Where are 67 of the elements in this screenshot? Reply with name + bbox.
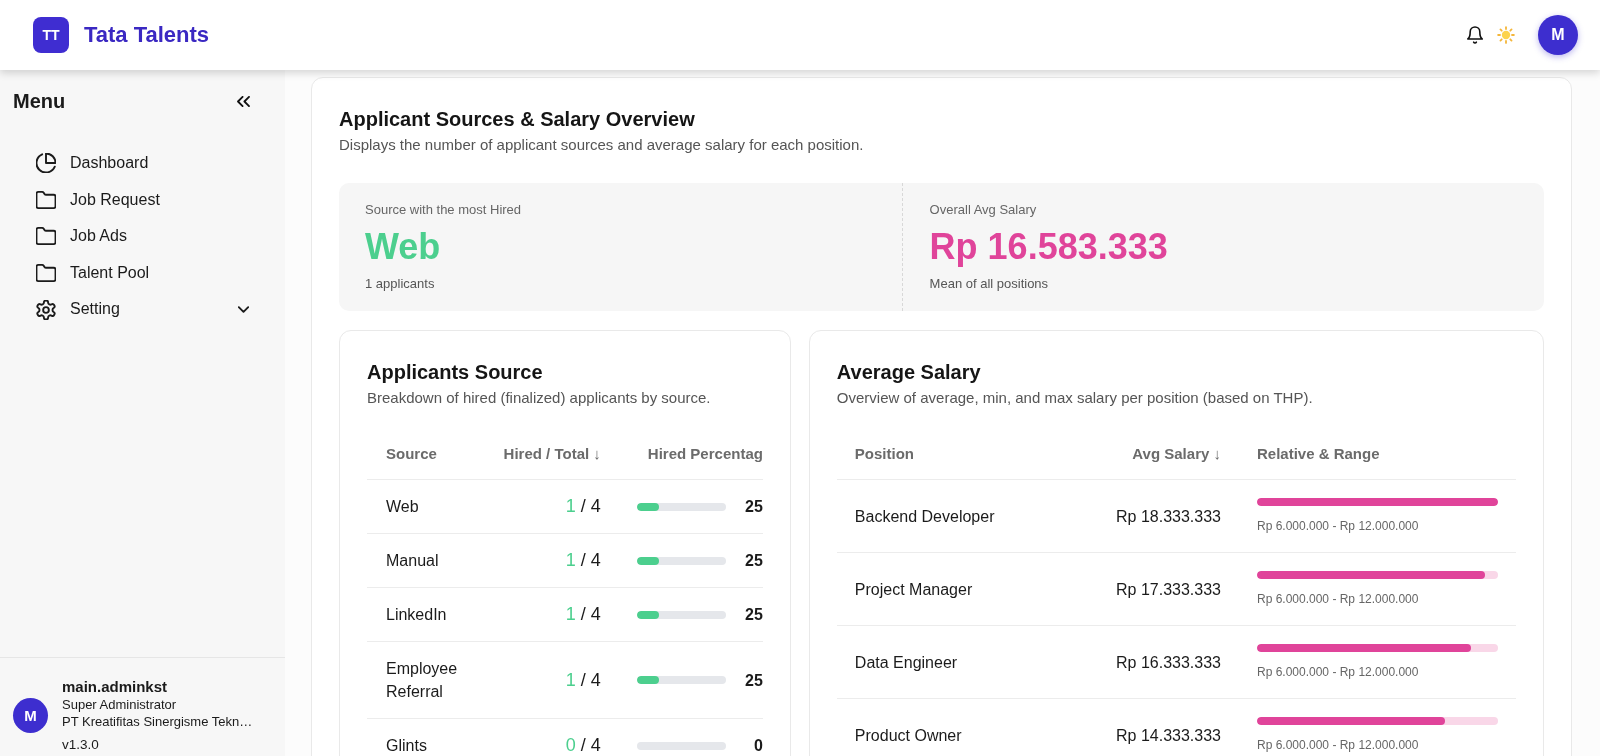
stat-value: Web (365, 227, 441, 267)
stat-label: Source with the most Hired (365, 202, 522, 218)
user-avatar[interactable]: M (1538, 15, 1578, 55)
salary-range: Rp 6.000.000 - Rp 12.000.000 (1257, 664, 1419, 680)
position-name: Backend Developer (854, 506, 995, 527)
avg-salary: Rp 18.333.333 (1116, 506, 1221, 527)
position-name: Project Manager (854, 579, 973, 600)
column-header[interactable]: Avg Salary ↓ (1132, 444, 1221, 464)
sidebar-item[interactable]: Dashboard (24, 145, 261, 182)
salary-range: Rp 6.000.000 - Rp 12.000.000 (1257, 737, 1419, 753)
card-title: Applicants Source (367, 360, 543, 384)
card-title: Average Salary (836, 360, 981, 384)
salary-range: Rp 6.000.000 - Rp 12.000.000 (1257, 518, 1419, 534)
source-name: Web (386, 497, 419, 517)
hired-total: 0 / 4 (565, 734, 601, 756)
settings-gear-icon (36, 299, 56, 320)
hired-percentage: 0 (753, 736, 763, 756)
company-name: PT Kreatifitas Sinergisme Tekn… (62, 713, 253, 730)
source-name: Manual (386, 551, 439, 571)
hired-percentage: 25 (745, 551, 763, 571)
section-subtitle: Displays the number of applicant sources and average salary for each position. (339, 135, 864, 155)
folder-icon (36, 189, 56, 210)
column-header[interactable]: Relative & Range (1257, 444, 1380, 464)
user-avatar: M (13, 697, 48, 733)
pie-chart-icon (36, 153, 56, 174)
sidebar-item[interactable]: Setting (24, 291, 261, 328)
stat-label: Overall Avg Salary (929, 202, 1037, 218)
stat-note: 1 applicants (365, 276, 435, 292)
folder-icon (36, 263, 56, 284)
column-header[interactable]: Hired / Total ↓ (503, 444, 601, 464)
user-role: Super Administrator (62, 696, 177, 713)
column-header[interactable]: Source (386, 444, 437, 464)
position-name: Data Engineer (854, 652, 958, 673)
avg-salary: Rp 14.333.333 (1116, 725, 1221, 746)
position-name: Product Owner (854, 725, 962, 746)
hired-percentage: 25 (745, 605, 763, 625)
hired-total: 1 / 4 (565, 668, 601, 692)
column-header[interactable]: Position (854, 444, 914, 464)
hired-total: 1 / 4 (565, 603, 601, 626)
folder-icon (36, 226, 56, 247)
notification-bell-icon[interactable] (1467, 26, 1483, 44)
hired-total: 1 / 4 (565, 549, 601, 572)
menu-title: Menu (13, 89, 66, 113)
hired-total: 1 / 4 (565, 495, 601, 518)
source-name: Glints (386, 736, 427, 756)
chevron-down-icon[interactable] (238, 306, 249, 314)
logo: TT (33, 17, 69, 53)
hired-percentage: 25 (745, 670, 763, 691)
salary-range: Rp 6.000.000 - Rp 12.000.000 (1257, 591, 1419, 607)
source-name: Employee Referral (386, 659, 459, 702)
app-version: v1.3.0 (62, 736, 99, 753)
section-title: Applicant Sources & Salary Overview (339, 107, 695, 131)
sidebar-item[interactable]: Talent Pool (24, 254, 261, 292)
card-subtitle: Overview of average, min, and max salary per position (based on THP). (836, 388, 1313, 408)
column-header[interactable]: Hired Percentag (647, 444, 763, 464)
app-name: Tata Talents (84, 22, 210, 48)
user-name: main.adminkst (62, 677, 168, 696)
collapse-sidebar-icon[interactable] (237, 95, 250, 107)
avg-salary: Rp 16.333.333 (1116, 652, 1221, 673)
sidebar-item[interactable]: Job Request (24, 181, 261, 219)
card-subtitle: Breakdown of hired (finalized) applicants by source. (367, 388, 711, 408)
avg-salary: Rp 17.333.333 (1116, 579, 1221, 600)
stat-value: Rp 16.583.333 (929, 227, 1168, 267)
sidebar-item[interactable]: Job Ads (24, 218, 261, 255)
hired-percentage: 25 (745, 497, 763, 517)
source-name: LinkedIn (386, 605, 447, 625)
stat-note: Mean of all positions (929, 276, 1049, 292)
